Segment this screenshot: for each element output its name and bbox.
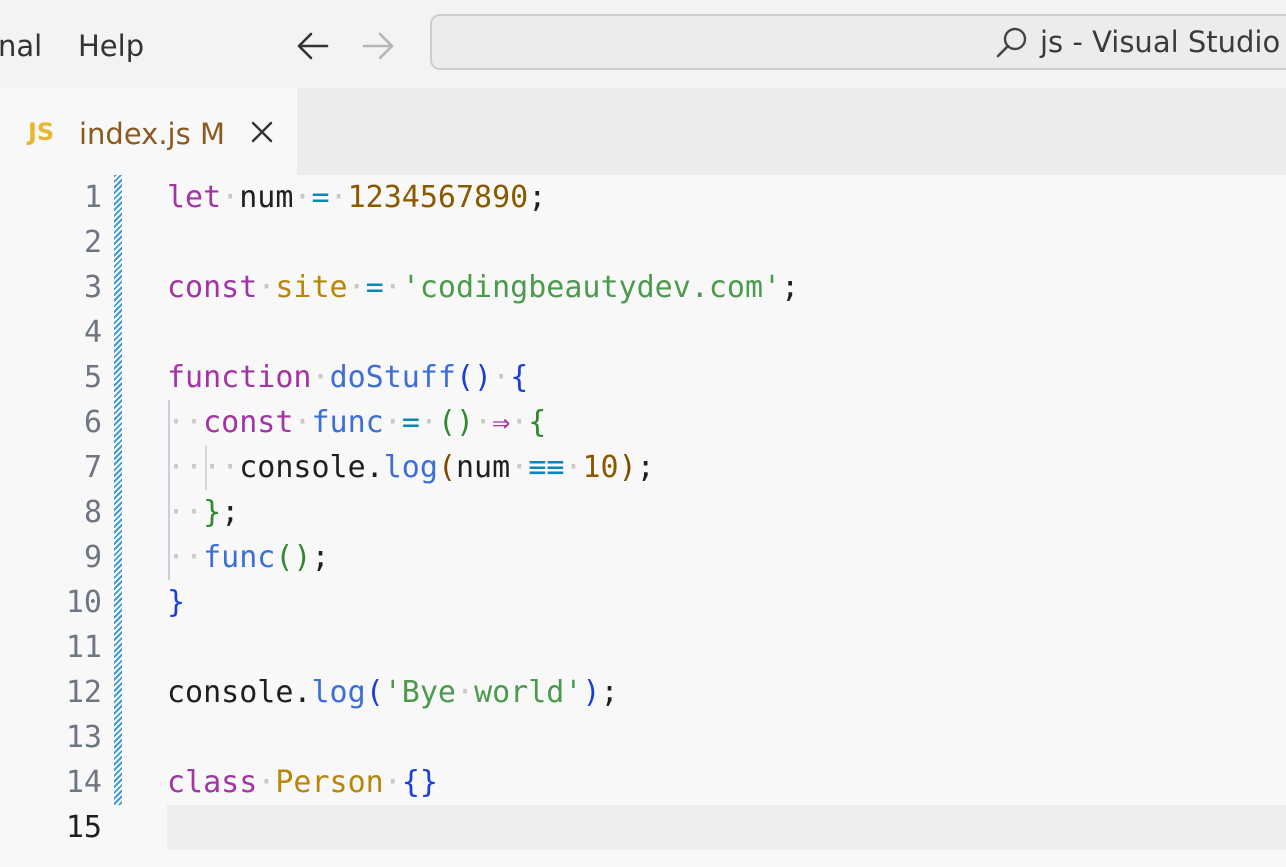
arrow-right-icon[interactable] [360, 28, 396, 64]
code-text: ··func(); [167, 540, 330, 575]
modified-badge: M [200, 117, 226, 151]
code-text: } [167, 585, 186, 620]
code-text: function·doStuff()·{ [167, 360, 529, 395]
line-number: 14 [65, 765, 102, 800]
line-number: 4 [83, 315, 102, 350]
code-line: 10 } [0, 580, 1286, 625]
code-line: 3 const·site·=·'codingbeautydev.com'; [0, 265, 1286, 310]
code-line: 14 class·Person·{} [0, 760, 1286, 805]
code-text: ··}; [167, 495, 240, 530]
title-bar: nal Help js - Visual Studio C [0, 0, 1286, 88]
code-line: 6 ··const·func·=·()·⇒·{ [0, 400, 1286, 445]
search-icon [996, 27, 1027, 58]
arrow-left-icon[interactable] [295, 28, 331, 64]
line-number: 15 [65, 810, 102, 845]
code-line: 13 [0, 715, 1286, 760]
code-text: let·num·=·1234567890; [167, 180, 547, 215]
code-line: 8 ··}; [0, 490, 1286, 535]
code-line: 2 [0, 220, 1286, 265]
line-number: 7 [83, 450, 102, 485]
code-text: ····console.log(num·≡≡·10); [167, 450, 655, 485]
code-line-active: 15 [0, 805, 1286, 850]
code-line: 7 ····console.log(num·≡≡·10); [0, 445, 1286, 490]
line-number: 13 [65, 720, 102, 755]
code-text: ··const·func·=·()·⇒·{ [167, 405, 547, 440]
code-text: const·site·=·'codingbeautydev.com'; [167, 270, 800, 305]
code-line: 5 function·doStuff()·{ [0, 355, 1286, 400]
code-line: 11 [0, 625, 1286, 670]
line-number: 10 [65, 585, 102, 620]
code-line: 1 let·num·=·1234567890; [0, 175, 1286, 220]
editor-tab-bar: JS index.js M [0, 88, 1286, 175]
line-number: 2 [83, 225, 102, 260]
window-title: js - Visual Studio C [1040, 25, 1286, 59]
code-line: 4 [0, 310, 1286, 355]
line-number: 6 [83, 405, 102, 440]
tab-index-js[interactable]: JS index.js M [0, 88, 297, 175]
command-center-search[interactable]: js - Visual Studio C [430, 14, 1286, 70]
code-line: 12 console.log('Bye·world'); [0, 670, 1286, 715]
line-number: 1 [83, 180, 102, 215]
line-number: 11 [65, 630, 102, 665]
js-file-icon: JS [28, 118, 55, 146]
tab-filename: index.js [79, 117, 191, 151]
line-number: 9 [83, 540, 102, 575]
code-line: 9 ··func(); [0, 535, 1286, 580]
code-text: console.log('Bye·world'); [167, 675, 619, 710]
line-number: 5 [83, 360, 102, 395]
code-editor[interactable]: 1 let·num·=·1234567890; 2 3 const·site·=… [0, 175, 1286, 867]
line-number: 12 [65, 675, 102, 710]
line-number: 8 [83, 495, 102, 530]
menu-item-help[interactable]: Help [78, 26, 144, 66]
line-number: 3 [83, 270, 102, 305]
menu-item-terminal[interactable]: nal [0, 26, 42, 66]
close-icon[interactable] [250, 120, 274, 144]
code-text: class·Person·{} [167, 765, 438, 800]
